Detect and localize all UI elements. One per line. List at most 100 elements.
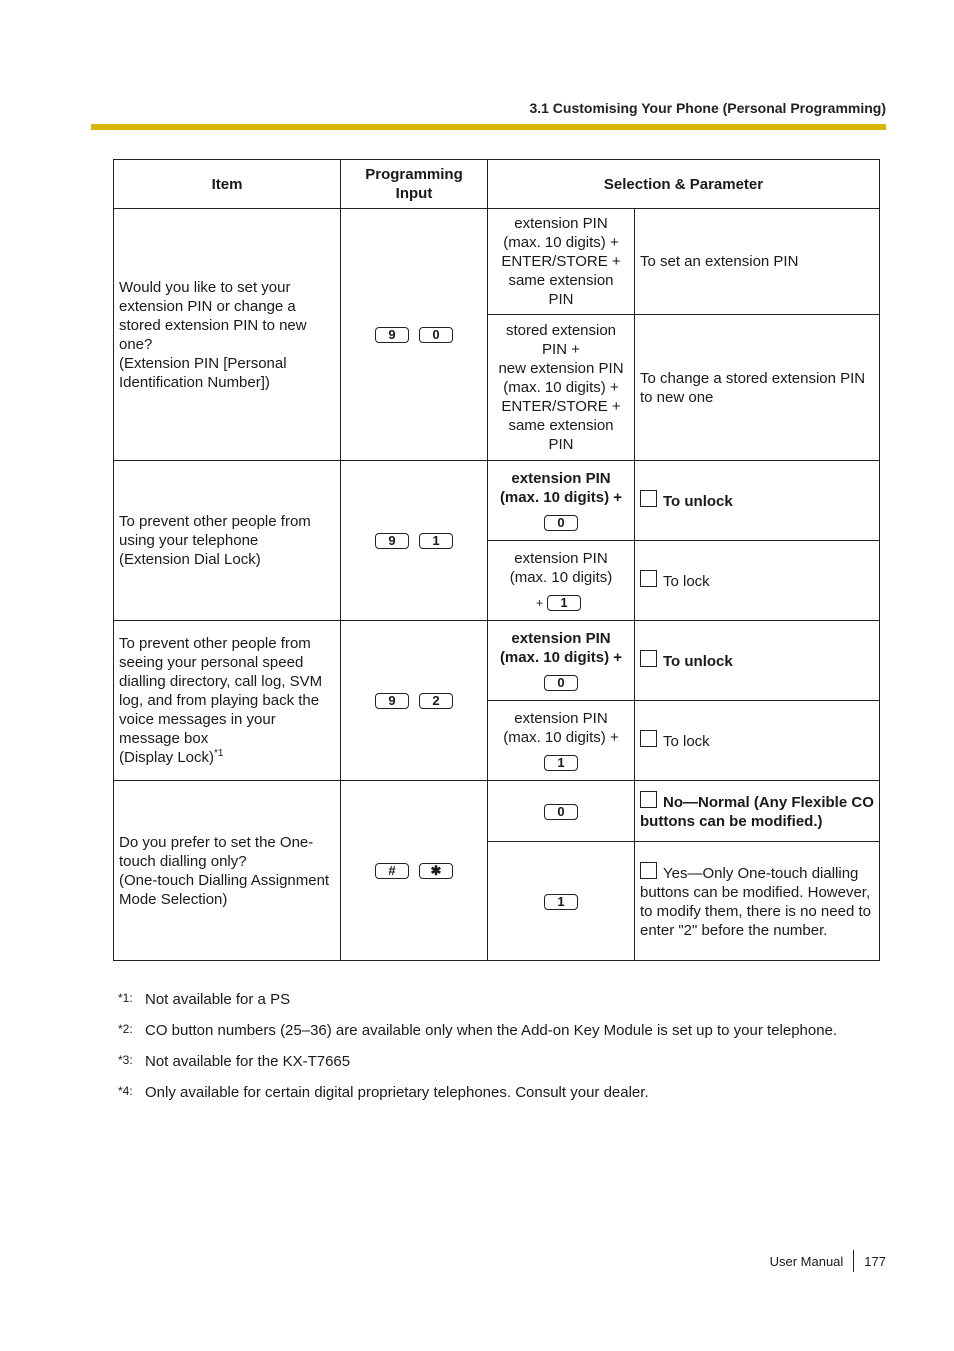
- selection-cell: extension PIN (max. 10 digits) + ENTER/S…: [487, 208, 635, 315]
- key-1: 1: [419, 533, 453, 550]
- selection-line: same extension: [508, 417, 614, 434]
- section-title: 3.1 Customising Your Phone (Personal Pro…: [529, 100, 886, 116]
- selection-cell: 1: [487, 841, 635, 961]
- programming-table: Item Programming Input Selection & Param…: [113, 159, 880, 961]
- key-hash: #: [375, 863, 409, 880]
- col-item: Item: [113, 159, 341, 209]
- footnote: *3: Not available for the KX-T7665: [118, 1053, 837, 1084]
- selection-cell: extension PIN (max. 10 digits) + 0: [487, 460, 635, 541]
- col-programming-input: Programming Input: [340, 159, 488, 209]
- item-text: Would you like to set your extension PIN…: [119, 278, 307, 353]
- selection-line: extension PIN: [511, 630, 611, 647]
- item-feature-name: (Display Lock): [119, 749, 215, 766]
- header-rule: [91, 124, 886, 130]
- checkbox-icon: [640, 791, 657, 808]
- selection-line: extension PIN: [514, 710, 608, 727]
- table-row: Do you prefer to set the One-touch diall…: [113, 780, 880, 961]
- selection-line: PIN: [548, 436, 574, 453]
- programming-input-cell: 90: [340, 208, 488, 461]
- selection-line: extension PIN: [514, 549, 608, 567]
- footnote-text: Only available for certain digital propr…: [145, 1084, 649, 1101]
- footer-label: User Manual: [769, 1253, 844, 1269]
- footnote-mark: *1:: [118, 991, 133, 1005]
- footnote-mark: *3:: [118, 1053, 133, 1067]
- item-cell: To prevent other people from using your …: [113, 460, 341, 621]
- programming-input-cell: 92: [340, 620, 488, 781]
- footnote: *2: CO button numbers (25–36) are availab…: [118, 1022, 837, 1053]
- item-text: To prevent other people from using your …: [119, 513, 311, 549]
- checkbox-icon: [640, 570, 657, 587]
- parameter-cell: To set an extension PIN: [634, 208, 880, 315]
- selection-line: (max. 10 digits) +: [503, 729, 619, 746]
- footnote: *4: Only available for certain digital pr…: [118, 1084, 837, 1115]
- key-star: ✱: [419, 863, 453, 880]
- checkbox-icon: [640, 730, 657, 747]
- item-feature-name: (Extension Dial Lock): [119, 551, 261, 568]
- footnotes: *1: Not available for a PS *2: CO button n…: [118, 991, 837, 1115]
- item-feature-name: (Extension PIN [Personal Identification …: [119, 354, 287, 391]
- table-row: To prevent other people from using your …: [113, 460, 880, 621]
- programming-input-cell: 91: [340, 460, 488, 621]
- parameter-cell: To unlock: [634, 460, 880, 541]
- selection-line: stored extension: [505, 322, 617, 339]
- parameter-text: To unlock: [663, 653, 733, 670]
- selection-line: (max. 10 digits) +: [499, 649, 623, 666]
- item-text: Do you prefer to set the One-touch diall…: [119, 833, 314, 870]
- selection-cell: extension PIN (max. 10 digits) +1: [487, 540, 635, 621]
- selection-line: extension PIN: [514, 215, 608, 232]
- table-row: To prevent other people from seeing your…: [113, 620, 880, 781]
- key-1: 1: [544, 893, 578, 910]
- item-feature-name: (One-touch Dialling Assignment Mode Sele…: [119, 871, 330, 908]
- footnote: *1: Not available for a PS: [118, 991, 837, 1022]
- key-9: 9: [375, 693, 409, 710]
- item-cell: Do you prefer to set the One-touch diall…: [113, 780, 341, 961]
- selection-line: ENTER/STORE +: [501, 398, 621, 415]
- selection-line: extension PIN: [511, 470, 611, 487]
- key-0: 0: [544, 675, 578, 692]
- key-1: 1: [547, 594, 581, 611]
- key-9: 9: [375, 533, 409, 550]
- plus-sign: +: [535, 595, 543, 610]
- item-cell: Would you like to set your extension PIN…: [113, 208, 341, 461]
- table-header-row: Item Programming Input Selection & Param…: [113, 159, 880, 209]
- checkbox-icon: [640, 490, 657, 507]
- key-1: 1: [544, 755, 578, 772]
- col-selection-parameter: Selection & Parameter: [487, 159, 880, 209]
- footnote-text: CO button numbers (25–36) are available …: [145, 1022, 838, 1039]
- key-0: 0: [544, 803, 578, 820]
- selection-line: same extension: [508, 272, 614, 289]
- programming-input-cell: # ✱: [340, 780, 488, 961]
- selection-line: (max. 10 digits): [509, 568, 613, 586]
- table-row: Would you like to set your extension PIN…: [113, 208, 880, 461]
- parameter-text: To lock: [663, 573, 710, 590]
- selection-line: new extension PIN: [498, 360, 624, 377]
- footnote-mark: *2:: [118, 1022, 133, 1036]
- page-footer: User Manual 177: [770, 1250, 886, 1272]
- footnote-mark: *4:: [118, 1084, 133, 1098]
- footnote-text: Not available for the KX-T7665: [145, 1053, 351, 1070]
- parameter-text: To unlock: [663, 493, 733, 510]
- parameter-text: Yes—Only One-touch dialling buttons can …: [640, 865, 871, 939]
- checkbox-icon: [640, 862, 657, 879]
- selection-line: ENTER/STORE +: [501, 253, 621, 270]
- key-9: 9: [375, 327, 409, 344]
- parameter-text: To lock: [663, 733, 710, 750]
- selection-line: (max. 10 digits) +: [503, 234, 619, 251]
- item-cell: To prevent other people from seeing your…: [113, 620, 341, 781]
- parameter-cell: Yes—Only One-touch dialling buttons can …: [634, 841, 880, 961]
- parameter-text: No—Normal (Any Flexible CO buttons can b…: [640, 794, 874, 830]
- selection-line: PIN: [548, 291, 574, 308]
- checkbox-icon: [640, 650, 657, 667]
- parameter-cell: No—Normal (Any Flexible CO buttons can b…: [634, 780, 880, 842]
- footer-divider: [853, 1250, 855, 1272]
- footnote-text: Not available for a PS: [145, 991, 291, 1008]
- parameter-cell: To change a stored extension PIN to new …: [634, 314, 880, 461]
- selection-line: (max. 10 digits) +: [503, 379, 619, 396]
- key-0: 0: [419, 327, 453, 344]
- selection-cell: stored extension PIN + new extension PIN…: [487, 314, 635, 461]
- parameter-cell: To lock: [634, 700, 880, 781]
- parameter-cell: To lock: [634, 540, 880, 621]
- page-number: 177: [864, 1253, 886, 1269]
- footnote-ref: *1: [214, 748, 224, 759]
- selection-cell: extension PIN (max. 10 digits) + 0: [487, 620, 635, 701]
